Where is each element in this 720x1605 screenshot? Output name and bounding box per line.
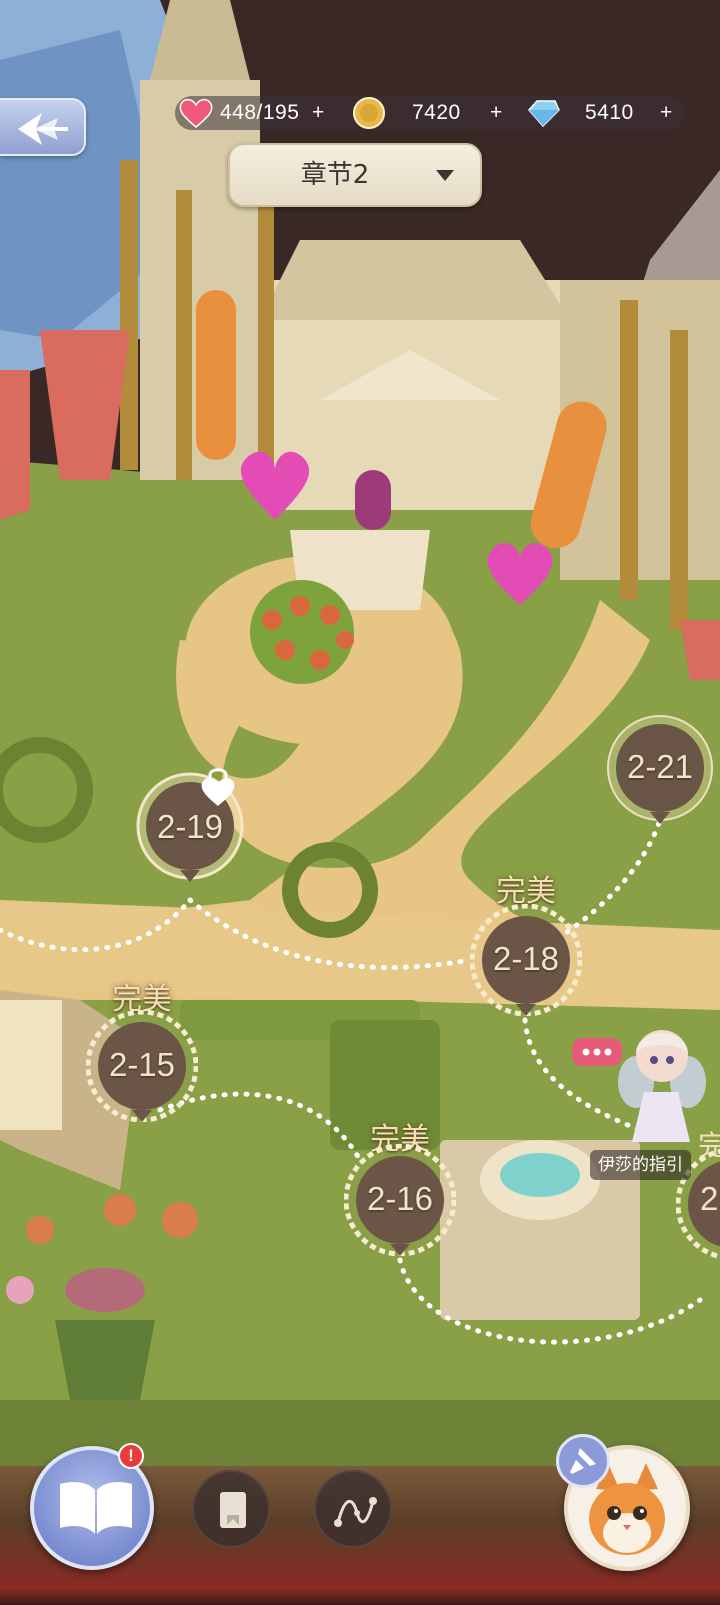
level-node-2-21[interactable]: 2-21 <box>604 712 716 842</box>
stamina-plus-button[interactable]: + <box>312 96 324 130</box>
card-button[interactable] <box>192 1470 270 1548</box>
level-node-2-16[interactable]: 完美 2-16 <box>344 1120 456 1256</box>
bookmark-card-icon <box>220 1492 246 1528</box>
fairy-avatar <box>618 1030 706 1142</box>
open-book-icon <box>60 1482 132 1534</box>
level-code: 2-21 <box>626 748 694 785</box>
heart-lock-icon <box>198 766 238 812</box>
pushpin-icon <box>570 1448 596 1474</box>
pin-button[interactable] <box>556 1434 610 1488</box>
level-code: 2-15 <box>108 1046 176 1083</box>
level-code: 2-16 <box>366 1180 434 1217</box>
level-code: 2-18 <box>492 940 560 977</box>
diamond-counter: 5410 <box>585 101 634 124</box>
level-node-2-19[interactable]: 2-19 <box>134 768 246 900</box>
coin-icon <box>352 96 386 134</box>
back-arrow-icon <box>18 113 68 145</box>
level-code: 2-19 <box>156 808 224 845</box>
chat-bubble-icon[interactable] <box>572 1038 622 1066</box>
guide-label[interactable]: 伊莎的指引 <box>590 1150 691 1180</box>
diamond-icon <box>525 98 561 132</box>
level-node-2-15[interactable]: 完美 2-15 <box>86 980 198 1122</box>
chapter-label: 章节2 <box>300 160 370 190</box>
level-node-2-18[interactable]: 完美 2-18 <box>470 874 582 1020</box>
route-path-icon <box>334 1497 377 1527</box>
heart-icon <box>178 97 214 133</box>
chapter-selector[interactable]: 章节2 <box>228 143 482 207</box>
caret-down-icon <box>436 170 454 181</box>
notification-badge: ! <box>118 1443 144 1469</box>
diamond-plus-button[interactable]: + <box>660 96 672 130</box>
back-button[interactable] <box>0 98 86 156</box>
level-code: 2 <box>700 1180 719 1217</box>
coin-plus-button[interactable]: + <box>490 96 502 130</box>
stamina-counter: 448/195 <box>220 101 300 124</box>
guide-character[interactable] <box>616 1012 706 1152</box>
route-button[interactable] <box>314 1470 392 1548</box>
coin-counter: 7420 <box>412 101 461 124</box>
